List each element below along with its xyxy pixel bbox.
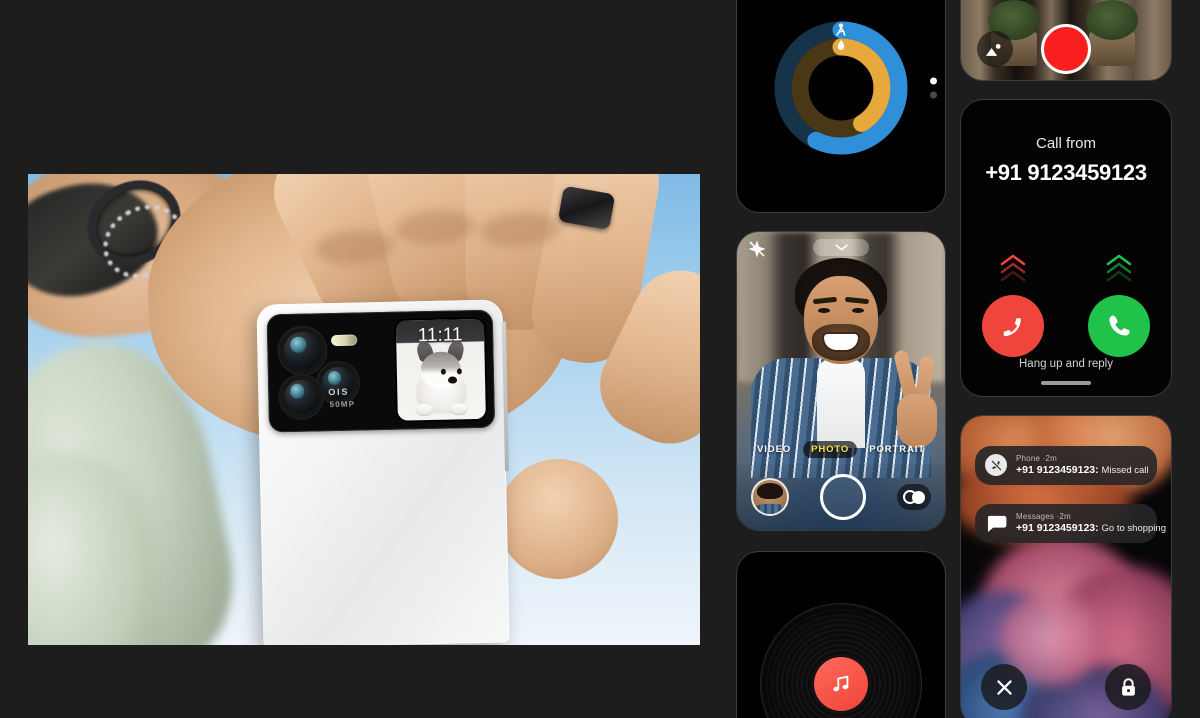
camera-lens <box>278 327 326 375</box>
notification-sender: +91 9123459123 <box>1016 522 1096 534</box>
notification-item[interactable]: Phone ·2m +91 9123459123: Missed call <box>975 446 1157 485</box>
camera-lens <box>317 362 359 404</box>
notification-item[interactable]: Messages ·2m +91 9123459123: Go to shopp… <box>975 504 1166 543</box>
thumb-hair <box>757 483 783 499</box>
lock-screen-panel[interactable]: Phone ·2m +91 9123459123: Missed call Me… <box>961 416 1171 718</box>
flip-camera-icon[interactable] <box>897 484 931 510</box>
smile-mouth <box>824 334 858 350</box>
camera-module: OIS 50MP 11:11 <box>266 309 496 433</box>
lock-action-row <box>961 664 1171 710</box>
dog-nose <box>447 376 458 384</box>
page-dot[interactable] <box>930 91 937 99</box>
eyebrow <box>844 296 870 305</box>
peace-sign-hand <box>893 349 939 448</box>
flash-off-icon[interactable] <box>747 239 767 259</box>
notification-app: Messages ·2m <box>1016 512 1071 521</box>
eye <box>818 308 830 313</box>
notification-sender: +91 9123459123 <box>1016 464 1096 476</box>
husky-puppy-illustration <box>408 338 473 417</box>
dog-eye <box>440 368 446 375</box>
activity-rings-widget[interactable] <box>737 0 945 212</box>
screenshot-root: OIS 50MP 11:11 VIDEO PHOTO PORTRAIT Call… <box>0 0 1200 718</box>
camera-video-panel[interactable]: VIDEO PHOTO PO <box>961 0 1171 80</box>
chevron-up-icon <box>1106 254 1132 282</box>
record-button[interactable] <box>1041 24 1091 74</box>
rings-graphic <box>771 18 911 158</box>
chevron-up-icon <box>1000 254 1026 282</box>
dismiss-button[interactable] <box>981 664 1027 710</box>
camera-mode-portrait[interactable]: PORTRAIT <box>869 444 925 455</box>
phone-hangup-icon <box>1003 318 1021 337</box>
page-dot-active[interactable] <box>930 77 937 85</box>
call-action-buttons <box>961 295 1171 357</box>
lock-icon <box>1121 677 1135 696</box>
notification-separator: : <box>1095 522 1099 534</box>
gallery-thumbnail-button[interactable] <box>751 478 789 516</box>
rear-mini-display: 11:11 <box>395 318 486 421</box>
smartphone-device: OIS 50MP 11:11 <box>256 299 510 645</box>
palm <box>897 394 937 448</box>
home-indicator[interactable] <box>1041 381 1091 385</box>
shutter-button[interactable] <box>820 474 866 520</box>
caller-number: +91 9123459123 <box>985 160 1147 185</box>
phone-answer-icon <box>1109 315 1130 336</box>
megapixel-label: 50MP <box>329 399 356 410</box>
face <box>804 276 878 364</box>
flip-dot <box>912 490 925 504</box>
dog-paw <box>415 403 433 417</box>
call-hint-text: Hang up and reply <box>1019 358 1113 370</box>
call-heading: Call from <box>1035 135 1096 152</box>
page-indicator[interactable] <box>930 77 937 99</box>
missed-call-icon <box>985 454 1007 476</box>
dog-head <box>420 351 462 389</box>
chevron-down-icon <box>834 244 848 251</box>
lock-button[interactable] <box>1105 664 1151 710</box>
notification-line: +91 9123459123: Missed call <box>1016 464 1149 476</box>
dog-paw <box>450 403 468 416</box>
camera-bottom-bar <box>737 464 945 530</box>
vinyl-record[interactable] <box>761 604 921 718</box>
notification-body: Missed call <box>1101 465 1149 476</box>
gallery-image-icon[interactable] <box>977 31 1013 67</box>
notification-line: +91 9123459123: Go to shopping <box>1016 522 1166 534</box>
notification-separator: : <box>1095 464 1099 476</box>
eyebrow <box>812 296 838 305</box>
camera-mode-photo[interactable]: PHOTO <box>803 441 858 458</box>
accept-chevrons <box>1088 252 1150 282</box>
expand-settings-button[interactable] <box>813 239 869 256</box>
flash-led-icon <box>331 334 358 347</box>
swipe-hint-arrows <box>961 252 1171 282</box>
notification-body: Go to shopping <box>1101 523 1166 534</box>
dog-eye <box>456 368 462 375</box>
eye <box>852 308 864 313</box>
camera-top-bar <box>737 232 945 266</box>
camera-mode-selector[interactable]: VIDEO PHOTO PORTRAIT <box>737 441 945 458</box>
music-note-icon <box>833 675 849 692</box>
vinyl-center-label <box>814 657 868 711</box>
accept-call-button[interactable] <box>1088 295 1150 357</box>
incoming-call-panel[interactable]: Call from +91 9123459123 Hang up and rep… <box>961 100 1171 396</box>
video-bottom-bar <box>961 18 1171 80</box>
music-vinyl-panel[interactable] <box>737 552 945 718</box>
decline-chevrons <box>982 252 1044 282</box>
mini-display-clock: 11:11 <box>417 324 463 347</box>
white-tshirt <box>817 358 865 448</box>
thumb-shirt <box>753 504 787 514</box>
ois-label: OIS <box>328 386 350 398</box>
hero-product-photo: OIS 50MP 11:11 <box>28 174 700 645</box>
decline-call-button[interactable] <box>982 295 1044 357</box>
notification-app: Phone ·2m <box>1016 454 1057 463</box>
camera-photo-panel[interactable]: VIDEO PHOTO PORTRAIT <box>737 232 945 530</box>
close-icon <box>996 679 1012 695</box>
message-bubble-icon <box>985 512 1007 534</box>
camera-lens <box>279 375 323 419</box>
activity-rings-svg <box>774 21 908 155</box>
camera-mode-video[interactable]: VIDEO <box>757 444 791 455</box>
